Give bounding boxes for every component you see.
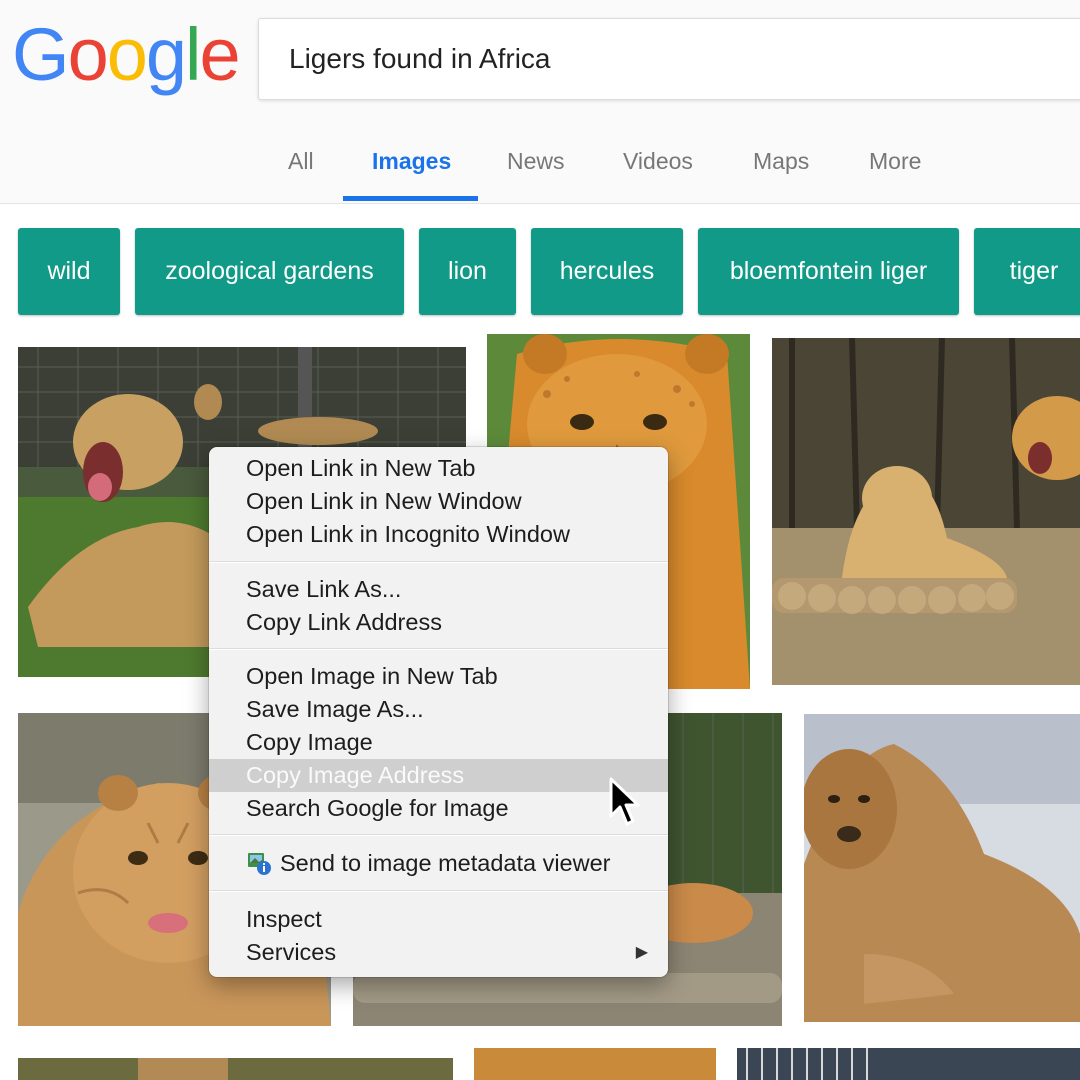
menu-item-label: Send to image metadata viewer	[280, 850, 611, 876]
chip-tiger[interactable]: tiger	[974, 228, 1080, 315]
tab-all[interactable]: All	[288, 148, 314, 175]
chip-zoological-gardens[interactable]: zoological gardens	[135, 228, 404, 315]
metadata-viewer-icon	[248, 853, 271, 875]
menu-item-label: Services	[246, 939, 337, 965]
logo-letter: g	[145, 13, 187, 96]
ligers-on-log-platform-image	[772, 338, 1080, 685]
menu-item-copy-image[interactable]: Copy Image	[209, 726, 668, 759]
menu-item-open-link-new-window[interactable]: Open Link in New Window	[209, 485, 668, 518]
image-result[interactable]	[804, 714, 1080, 1022]
context-menu: Open Link in New Tab Open Link in New Wi…	[209, 447, 668, 977]
active-tab-indicator	[343, 196, 478, 201]
menu-item-open-image-new-tab[interactable]: Open Image in New Tab	[209, 660, 668, 693]
menu-item-copy-link-address[interactable]: Copy Link Address	[209, 606, 668, 639]
tab-images[interactable]: Images	[372, 148, 451, 175]
menu-separator	[209, 648, 668, 650]
menu-separator	[209, 561, 668, 563]
liger-image	[474, 1048, 716, 1080]
liger-sitting-image	[804, 714, 1080, 1022]
liger-image	[18, 1058, 453, 1080]
logo-letter: G	[12, 13, 70, 96]
mouse-pointer-icon	[609, 777, 640, 826]
menu-item-search-google-for-image[interactable]: Search Google for Image	[209, 792, 668, 825]
submenu-arrow-icon: ▶	[635, 944, 648, 961]
search-query: Ligers found in Africa	[289, 43, 551, 74]
menu-item-inspect[interactable]: Inspect	[209, 903, 668, 936]
logo-letter: e	[199, 13, 240, 96]
search-tabs: All Images News Videos Maps More	[0, 140, 1080, 204]
logo-letter: o	[67, 13, 109, 96]
menu-item-save-link-as[interactable]: Save Link As...	[209, 573, 668, 606]
image-result[interactable]	[772, 338, 1080, 685]
chip-wild[interactable]: wild	[18, 228, 120, 315]
image-result[interactable]	[474, 1048, 716, 1080]
search-input[interactable]: Ligers found in Africa	[258, 18, 1080, 100]
menu-separator	[209, 834, 668, 836]
image-result[interactable]	[737, 1048, 1080, 1080]
menu-item-services[interactable]: Services ▶	[209, 936, 668, 969]
menu-item-copy-image-address[interactable]: Copy Image Address	[209, 759, 668, 792]
menu-item-send-to-metadata-viewer[interactable]: Send to image metadata viewer	[209, 847, 668, 880]
menu-separator	[209, 890, 668, 892]
logo-letter: l	[185, 13, 202, 96]
chip-bloemfontein-liger[interactable]: bloemfontein liger	[698, 228, 959, 315]
menu-item-open-link-incognito[interactable]: Open Link in Incognito Window	[209, 518, 668, 551]
tab-videos[interactable]: Videos	[623, 148, 693, 175]
logo-letter: o	[106, 13, 148, 96]
tab-more[interactable]: More	[869, 148, 921, 175]
tab-maps[interactable]: Maps	[753, 148, 809, 175]
tab-news[interactable]: News	[507, 148, 565, 175]
liger-image	[737, 1048, 1080, 1080]
menu-item-open-link-new-tab[interactable]: Open Link in New Tab	[209, 452, 668, 485]
header: Google Ligers found in Africa All Images…	[0, 0, 1080, 204]
menu-item-save-image-as[interactable]: Save Image As...	[209, 693, 668, 726]
image-result[interactable]	[18, 1058, 453, 1080]
chip-lion[interactable]: lion	[419, 228, 516, 315]
chip-hercules[interactable]: hercules	[531, 228, 683, 315]
google-logo[interactable]: Google	[12, 13, 241, 96]
